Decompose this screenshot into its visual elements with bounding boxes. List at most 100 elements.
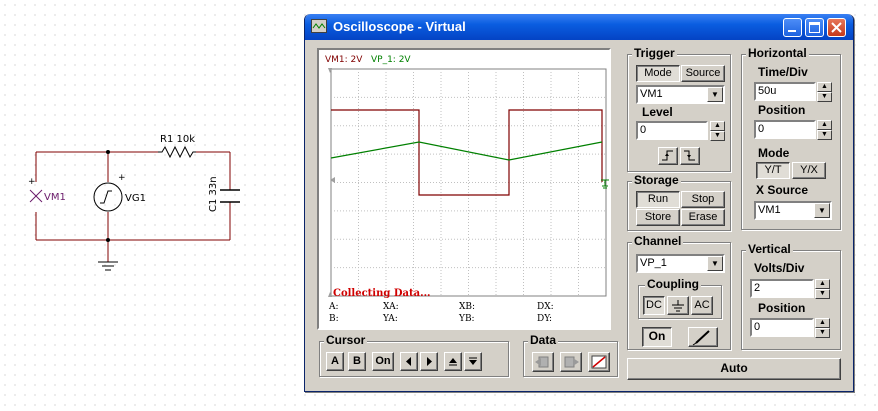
cursor-right-button[interactable]: [420, 352, 438, 371]
arrow-down-icon: [469, 357, 477, 365]
xsource-value: VM1: [758, 204, 781, 216]
close-icon: [831, 22, 842, 33]
arrow-up-icon: [449, 358, 457, 366]
cursor-b-button[interactable]: B: [348, 352, 366, 371]
maximize-button[interactable]: [805, 18, 824, 37]
trigger-source-button[interactable]: Source: [681, 65, 725, 82]
circuit-schematic: R1 10k C1 33n + VG1 + VM1: [28, 134, 240, 271]
mode-yx-button[interactable]: Y/X: [792, 162, 826, 179]
data-graph-button[interactable]: [588, 352, 610, 372]
status-text: Collecting Data...: [333, 288, 431, 299]
timediv-input[interactable]: 50u: [754, 82, 816, 101]
coupling-ground-button[interactable]: [667, 296, 689, 315]
trigger-falling-edge-button[interactable]: [680, 147, 700, 165]
trigger-mode-button[interactable]: Mode: [636, 65, 680, 82]
trigger-level-label: Level: [642, 105, 673, 119]
oscilloscope-display[interactable]: VM1: 2V VP_1: 2V Collecting Data... A: B…: [317, 48, 611, 330]
chevron-down-icon[interactable]: ▼: [707, 87, 723, 102]
cursor-group-title: Cursor: [324, 333, 368, 347]
vertical-group: Vertical Volts/Div 2 ▲ ▼ Position 0 ▲ ▼: [741, 242, 841, 350]
coupling-ac-button[interactable]: AC: [691, 296, 713, 315]
trigger-rising-edge-button[interactable]: [658, 147, 678, 165]
horizontal-position-up[interactable]: ▲: [817, 120, 832, 130]
voltsdiv-up[interactable]: ▲: [815, 279, 830, 289]
svg-text:+: +: [28, 177, 36, 187]
window-title: Oscilloscope - Virtual: [333, 19, 466, 34]
trigger-level-down[interactable]: ▼: [710, 131, 725, 141]
cursor-on-button[interactable]: On: [372, 352, 394, 371]
data-import-button[interactable]: [532, 352, 554, 372]
storage-erase-button[interactable]: Erase: [681, 209, 725, 226]
xsource-label: X Source: [756, 183, 809, 197]
resistor-label: R1 10k: [160, 134, 195, 145]
oscilloscope-app-icon: [311, 19, 327, 33]
horizontal-position-value: 0: [758, 123, 765, 135]
readout-xb: XB:: [459, 302, 476, 312]
ground-symbol: [98, 261, 118, 271]
resistor-r1[interactable]: R1 10k: [158, 134, 196, 159]
channel-probe-button[interactable]: [688, 327, 718, 347]
storage-store-button[interactable]: Store: [636, 209, 680, 226]
cursor-down-button[interactable]: [464, 352, 482, 371]
oscilloscope-window: Oscilloscope - Virtual VM1: 2V VP_1: 2V: [304, 14, 854, 392]
cursor-up-button[interactable]: [444, 352, 462, 371]
vertical-group-title: Vertical: [746, 242, 793, 256]
vertical-position-down[interactable]: ▼: [815, 328, 830, 338]
readout-yb: YB:: [459, 314, 475, 324]
channel-legend-vp1: VP_1: 2V: [371, 55, 411, 65]
arrow-right-icon: [427, 357, 432, 366]
timediv-down[interactable]: ▼: [817, 92, 832, 102]
cursor-group: Cursor A B On: [319, 333, 509, 377]
minimize-button[interactable]: [783, 18, 802, 37]
trigger-level-value: 0: [640, 124, 647, 136]
auto-button[interactable]: Auto: [627, 358, 841, 380]
trigger-source-value: VM1: [640, 88, 663, 100]
horizontal-mode-label: Mode: [758, 146, 790, 160]
readout-dy: DY:: [537, 314, 553, 324]
readout-a: A:: [329, 302, 339, 312]
channel-value: VP_1: [640, 257, 667, 269]
close-button[interactable]: [827, 18, 846, 37]
capacitor-c1[interactable]: C1 33n: [208, 176, 240, 212]
arrow-left-icon: [406, 357, 411, 366]
svg-text:+: +: [118, 173, 126, 183]
meter-label: VM1: [44, 192, 66, 203]
voltsdiv-label: Volts/Div: [754, 261, 805, 275]
cursor-left-button[interactable]: [400, 352, 418, 371]
title-bar[interactable]: Oscilloscope - Virtual: [305, 14, 853, 40]
channel-group-title: Channel: [632, 234, 684, 248]
timediv-label: Time/Div: [758, 65, 808, 79]
trigger-level-up[interactable]: ▲: [710, 121, 725, 131]
voltmeter-vm1[interactable]: + VM1: [28, 177, 66, 203]
trigger-source-select[interactable]: VM1 ▼: [636, 85, 725, 104]
coupling-dc-button[interactable]: DC: [643, 296, 665, 315]
rising-edge-icon: [662, 150, 673, 161]
storage-stop-button[interactable]: Stop: [681, 191, 725, 208]
xsource-select[interactable]: VM1 ▼: [754, 201, 832, 220]
ground-icon: [672, 300, 684, 312]
voltsdiv-input[interactable]: 2: [750, 279, 814, 298]
minimize-icon: [788, 30, 796, 32]
storage-run-button[interactable]: Run: [636, 191, 680, 208]
chevron-down-icon[interactable]: ▼: [707, 256, 723, 271]
trigger-level-input[interactable]: 0: [636, 121, 708, 140]
voltsdiv-down[interactable]: ▼: [815, 289, 830, 299]
trigger-group: Trigger Mode Source VM1 ▼ Level 0 ▲ ▼: [627, 46, 731, 172]
chevron-down-icon[interactable]: ▼: [814, 203, 830, 218]
horizontal-position-down[interactable]: ▼: [817, 130, 832, 140]
channel-on-button[interactable]: On: [642, 327, 672, 347]
voltsdiv-value: 2: [754, 282, 761, 294]
timediv-up[interactable]: ▲: [817, 82, 832, 92]
channel-select[interactable]: VP_1 ▼: [636, 254, 725, 273]
voltage-source-vg1[interactable]: + VG1: [93, 173, 146, 212]
vertical-position-up[interactable]: ▲: [815, 318, 830, 328]
vertical-position-value: 0: [754, 321, 761, 333]
data-export-button[interactable]: [560, 352, 582, 372]
mode-yt-button[interactable]: Y/T: [756, 162, 790, 179]
horizontal-position-input[interactable]: 0: [754, 120, 816, 139]
cursor-a-button[interactable]: A: [326, 352, 344, 371]
timediv-value: 50u: [758, 85, 777, 97]
channel-legend-vm1: VM1: 2V: [325, 55, 363, 65]
vertical-position-input[interactable]: 0: [750, 318, 814, 337]
data-group-title: Data: [528, 333, 559, 347]
